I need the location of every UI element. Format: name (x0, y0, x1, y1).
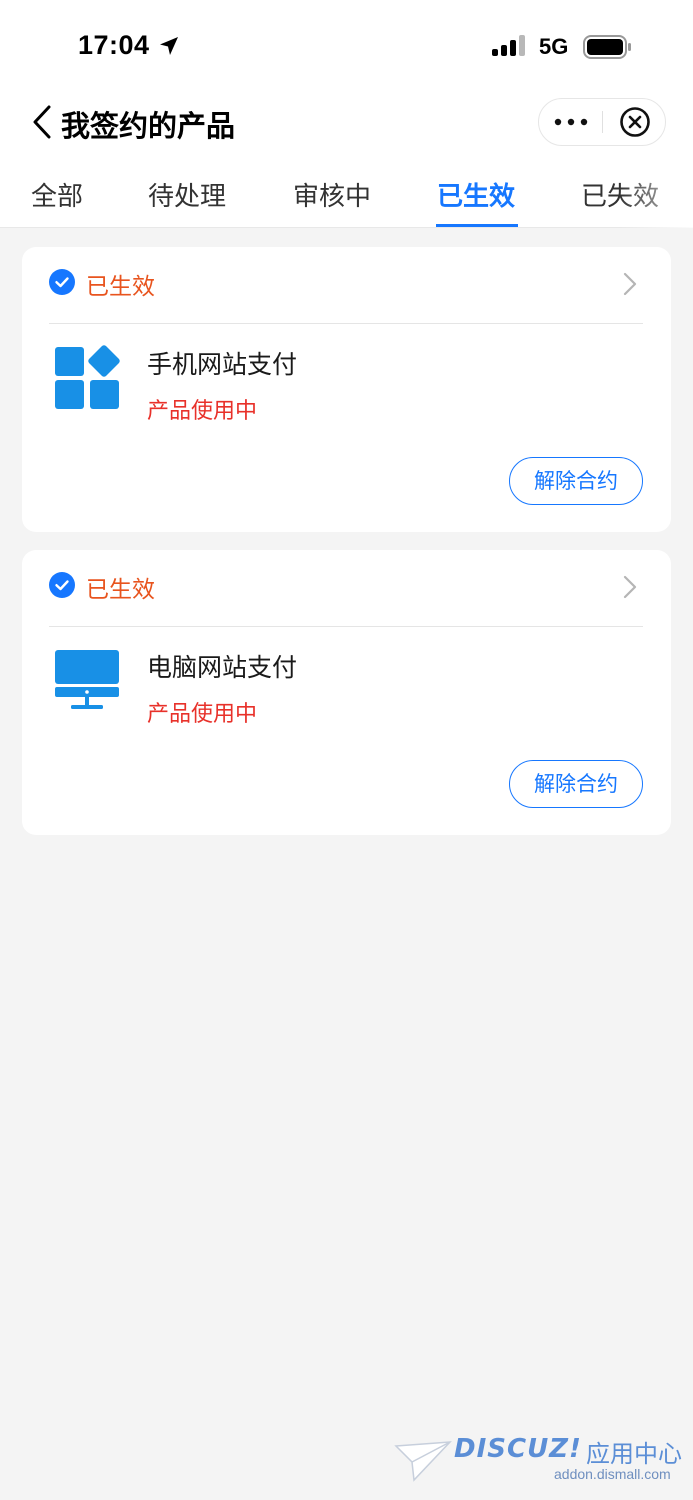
check-circle-icon (49, 269, 75, 295)
close-circle-icon (619, 107, 650, 137)
tab-expired[interactable]: 已失效 (581, 176, 659, 213)
card-divider (49, 323, 643, 324)
network-type: 5G (539, 34, 569, 59)
paper-plane-icon (394, 1441, 452, 1482)
contract-card-header[interactable]: 已生效 (22, 247, 671, 323)
contract-card-header[interactable]: 已生效 (22, 550, 671, 626)
close-button[interactable] (603, 99, 666, 145)
tab-all[interactable]: 全部 (31, 176, 83, 213)
chevron-right-icon (623, 272, 637, 296)
terminate-contract-button[interactable]: 解除合约 (509, 760, 643, 808)
product-name: 电脑网站支付 (147, 653, 298, 682)
more-dots-icon (554, 118, 588, 126)
product-status: 产品使用中 (147, 399, 258, 424)
check-circle-icon (49, 572, 75, 598)
tab-reviewing[interactable]: 审核中 (293, 176, 371, 213)
contract-status: 已生效 (86, 274, 155, 300)
watermark: DISCUZ! 应用中心 addon.dismall.com (394, 1432, 684, 1488)
page-title: 我签约的产品 (61, 109, 236, 143)
terminate-contract-button[interactable]: 解除合约 (509, 457, 643, 505)
active-tab-indicator (436, 224, 518, 227)
product-status: 产品使用中 (147, 702, 258, 727)
signal-strength-icon (492, 35, 525, 56)
more-button[interactable] (539, 99, 603, 145)
tab-pending[interactable]: 待处理 (148, 176, 226, 213)
tab-active[interactable]: 已生效 (437, 176, 515, 213)
back-chevron-icon[interactable] (30, 104, 54, 140)
contract-card: 已生效 手机网站支付 产品使用中 解除合约 (22, 247, 671, 532)
contract-status: 已生效 (86, 577, 155, 603)
location-arrow-icon (160, 37, 178, 55)
watermark-url: addon.dismall.com (554, 1466, 671, 1482)
watermark-logo: DISCUZ! (454, 1434, 582, 1464)
battery-icon (583, 35, 631, 59)
chevron-right-icon (623, 575, 637, 599)
card-divider (49, 626, 643, 627)
app-grid-icon (55, 345, 120, 409)
desktop-computer-icon (55, 650, 119, 709)
status-tabs: 全部 待处理 审核中 已生效 已失效 (0, 168, 693, 228)
status-time: 17:04 (78, 30, 150, 60)
mini-program-capsule (538, 98, 666, 146)
top-bar: 17:04 5G 我签约的产品 全部 待处理 审核中 已生效 已失效 (0, 0, 693, 228)
watermark-name: 应用中心 (586, 1440, 682, 1468)
product-name: 手机网站支付 (147, 350, 298, 379)
contract-card: 已生效 电脑网站支付 产品使用中 解除合约 (22, 550, 671, 835)
